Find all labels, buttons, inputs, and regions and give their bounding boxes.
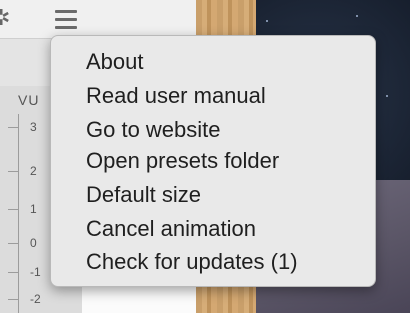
vu-scale-label: 1	[30, 202, 37, 216]
menu-item-default-size[interactable]: Default size	[86, 179, 201, 211]
vu-scale-label: 2	[30, 164, 37, 178]
star-dot	[266, 20, 268, 22]
vu-scale-label: -2	[30, 292, 41, 306]
vu-scale-label: 3	[30, 120, 37, 134]
vu-meter-label: VU	[18, 92, 40, 108]
menu-item-about[interactable]: About	[86, 46, 144, 78]
star-dot	[356, 15, 358, 17]
star-dot	[386, 95, 388, 97]
vu-tick	[8, 209, 18, 210]
menu-item-go-to-website[interactable]: Go to website	[86, 114, 221, 146]
menu-item-open-presets-folder[interactable]: Open presets folder	[86, 145, 279, 177]
vu-tick	[8, 171, 18, 172]
vu-scale-label: 0	[30, 236, 37, 250]
vu-tick	[8, 272, 18, 273]
context-menu: About Read user manual Go to website Ope…	[50, 35, 376, 287]
plugin-toolbar: ✲	[0, 0, 200, 39]
menu-item-check-for-updates[interactable]: Check for updates (1)	[86, 246, 298, 278]
menu-item-read-user-manual[interactable]: Read user manual	[86, 80, 266, 112]
vu-tick	[8, 127, 18, 128]
vu-tick	[8, 299, 18, 300]
vu-scale-line	[18, 114, 19, 313]
vu-tick	[8, 243, 18, 244]
gear-icon[interactable]: ✲	[0, 7, 14, 29]
vu-scale-label: -1	[30, 265, 41, 279]
menu-item-cancel-animation[interactable]: Cancel animation	[86, 213, 256, 245]
hamburger-menu-icon[interactable]	[55, 10, 77, 29]
